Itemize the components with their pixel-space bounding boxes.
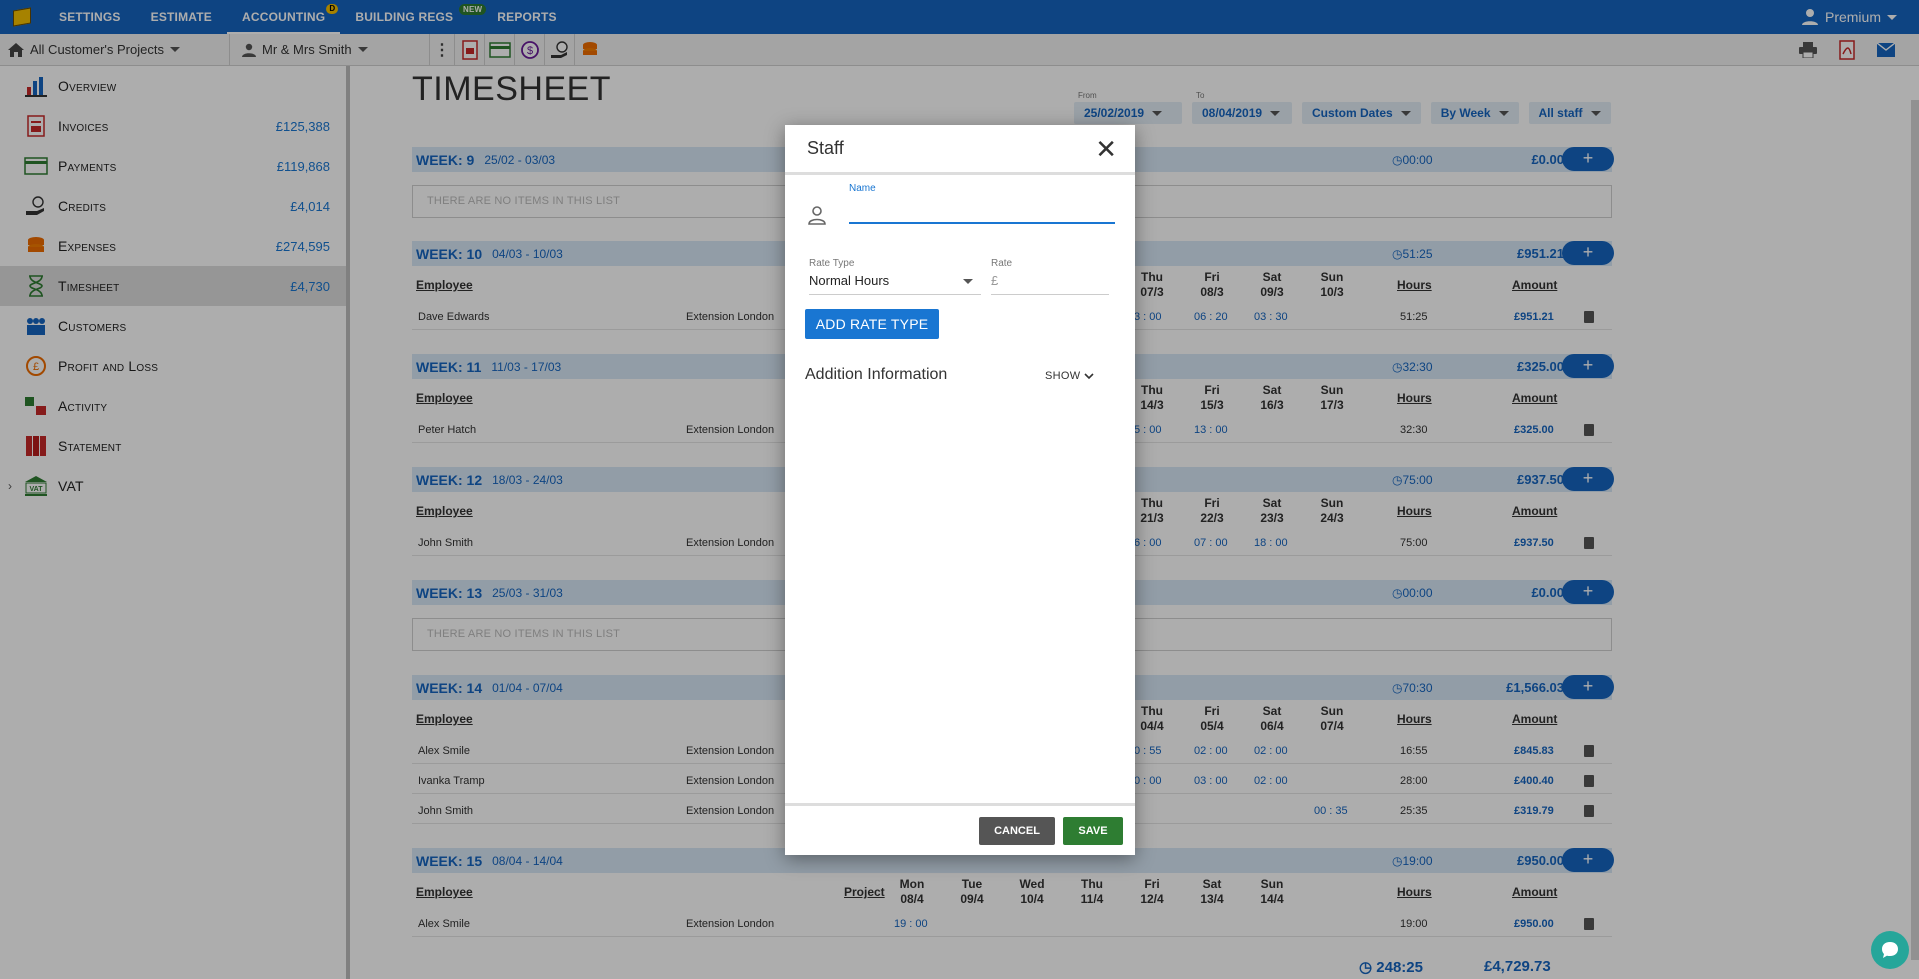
dialog-title: Staff bbox=[807, 138, 844, 158]
cancel-button[interactable]: CANCEL bbox=[979, 816, 1055, 845]
chat-button[interactable] bbox=[1871, 931, 1909, 969]
name-label: Name bbox=[849, 183, 876, 194]
staff-dialog: Staff ✕ Name Rate Type Normal Hours Rate… bbox=[785, 125, 1135, 855]
rate-type-value: Normal Hours bbox=[809, 273, 890, 288]
chat-icon bbox=[1882, 942, 1898, 958]
name-field: Name bbox=[849, 183, 1115, 224]
show-toggle-button[interactable]: SHOW bbox=[1045, 370, 1094, 382]
person-icon bbox=[807, 205, 827, 228]
rate-type-label: Rate Type bbox=[809, 258, 855, 269]
rate-input[interactable]: £ bbox=[991, 269, 1109, 295]
rate-field[interactable]: Rate £ bbox=[991, 258, 1109, 295]
chevron-down-icon bbox=[963, 279, 973, 284]
save-button[interactable]: SAVE bbox=[1063, 816, 1123, 845]
close-icon[interactable]: ✕ bbox=[1095, 136, 1117, 162]
add-rate-type-button[interactable]: ADD RATE TYPE bbox=[805, 309, 939, 339]
name-input[interactable] bbox=[849, 194, 1115, 224]
rate-type-select[interactable]: Normal Hours bbox=[809, 269, 981, 295]
rate-type-field[interactable]: Rate Type Normal Hours bbox=[809, 258, 981, 295]
show-toggle-label: SHOW bbox=[1045, 370, 1081, 382]
dialog-footer: CANCEL SAVE bbox=[785, 803, 1135, 855]
rate-label: Rate bbox=[991, 258, 1013, 269]
dialog-header: Staff ✕ bbox=[785, 125, 1135, 175]
addition-information-heading: Addition Information bbox=[805, 366, 948, 383]
chevron-down-icon bbox=[1084, 372, 1094, 379]
dialog-body: Name Rate Type Normal Hours Rate £ ADD R… bbox=[785, 175, 1135, 800]
